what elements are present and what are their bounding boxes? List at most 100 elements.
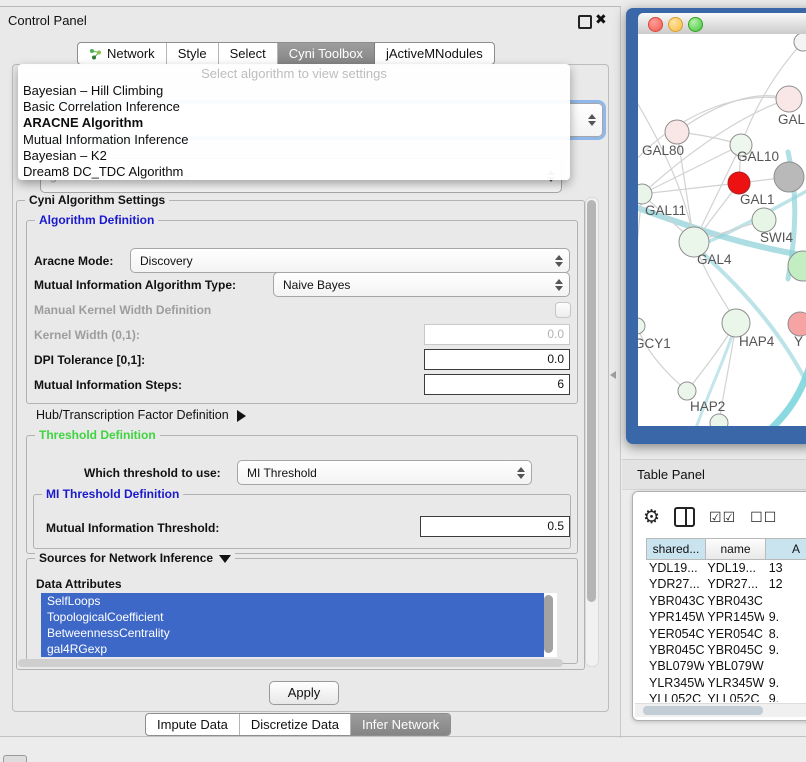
network-node-item[interactable]: [794, 34, 806, 51]
algorithm-option-mutual-information-inference[interactable]: Mutual Information Inference: [18, 132, 570, 148]
network-window-titlebar[interactable]: [638, 13, 806, 35]
network-node-label: Y: [794, 334, 803, 349]
attribute-item-betweennesscentrality[interactable]: BetweennessCentrality: [41, 625, 544, 641]
algorithm-dropdown-list: Bayesian – Hill ClimbingBasic Correlatio…: [18, 83, 570, 180]
sources-legend[interactable]: Sources for Network Inference: [35, 551, 235, 565]
mi-algorithm-type-combobox[interactable]: Naive Bayes: [273, 272, 570, 297]
attribute-item-selfloops[interactable]: SelfLoops: [41, 593, 544, 609]
kernel-width-field[interactable]: 0.0: [424, 324, 570, 345]
network-node-gal1[interactable]: [728, 172, 750, 194]
network-node-gal80[interactable]: [665, 120, 689, 144]
tab-style[interactable]: Style: [167, 43, 219, 64]
gear-icon[interactable]: ⚙: [643, 508, 660, 527]
algorithm-dropdown-placeholder: Select algorithm to view settings: [18, 66, 570, 83]
minimize-yellow-icon[interactable]: [668, 17, 683, 32]
mi-threshold-field[interactable]: 0.5: [420, 516, 570, 537]
combo-arrows-icon: [588, 114, 596, 126]
network-node-gcy1[interactable]: [638, 318, 645, 334]
algorithm-dropdown-popup: Select algorithm to view settings Bayesi…: [18, 64, 570, 180]
algorithm-option-bayesian-k2[interactable]: Bayesian – K2: [18, 148, 570, 164]
network-node-y[interactable]: [788, 312, 806, 336]
close-icon[interactable]: ✖: [595, 11, 607, 28]
network-node-label: GAL1: [740, 192, 775, 207]
algorithm-option-aracne-algorithm[interactable]: ARACNE Algorithm: [18, 115, 570, 131]
panel-splitter-handle[interactable]: [610, 371, 616, 379]
network-node-gal[interactable]: [776, 86, 802, 112]
network-edge: [694, 145, 741, 242]
zoom-green-icon[interactable]: [688, 17, 703, 32]
table-panel-header: Table Panel: [622, 459, 806, 490]
close-red-icon[interactable]: [648, 17, 663, 32]
tab-jactivemnodules[interactable]: jActiveMNodules: [375, 43, 494, 64]
network-node-hap4[interactable]: [722, 309, 750, 337]
algorithm-option-dream8-dc-tdc-algorithm[interactable]: Dream8 DC_TDC Algorithm: [18, 164, 570, 180]
table-row[interactable]: YLL052CYLL052C9.: [646, 691, 806, 702]
column-header-shared[interactable]: shared...: [646, 538, 706, 560]
dpi-tolerance-label: DPI Tolerance [0,1]:: [34, 353, 145, 367]
algorithm-option-bayesian-hill-climbing[interactable]: Bayesian – Hill Climbing: [18, 83, 570, 99]
select-all-checkboxes-icon[interactable]: ☑☑: [709, 509, 736, 526]
bottom-tab-infer-network[interactable]: Infer Network: [351, 714, 450, 735]
attribute-item-gal4rgexp[interactable]: gal4RGexp: [41, 641, 544, 657]
network-node-label: GAL10: [737, 149, 779, 164]
bottom-divider: [0, 736, 806, 737]
screen: Control Panel ✖ NetworkStyleSelectCyni T…: [0, 0, 806, 762]
bottom-tab-impute-data[interactable]: Impute Data: [146, 714, 240, 735]
table-horizontal-scrollbar[interactable]: [635, 703, 806, 717]
network-canvas[interactable]: GALGAL80GAL10GAL1GAL11SWI4GAL4GCY1HAP4YH…: [638, 34, 806, 426]
float-icon[interactable]: [578, 15, 592, 29]
table-panel-title: Table Panel: [637, 467, 705, 482]
table-row[interactable]: YER054CYER054C8.: [646, 626, 806, 642]
bottom-tab-discretize-data[interactable]: Discretize Data: [240, 714, 351, 735]
threshold-definition-legend: Threshold Definition: [35, 428, 160, 442]
mi-steps-label: Mutual Information Steps:: [34, 378, 182, 392]
apply-button[interactable]: Apply: [269, 681, 339, 705]
attribute-item-topologicalcoefficient[interactable]: TopologicalCoefficient: [41, 609, 544, 625]
network-node-swi4[interactable]: [752, 208, 776, 232]
manual-kernel-width-label: Manual Kernel Width Definition: [34, 303, 211, 317]
control-panel-title: Control Panel: [8, 13, 87, 28]
table-row[interactable]: YLR345WYLR345W9.: [646, 675, 806, 691]
network-node-label: SWI4: [760, 230, 793, 245]
minimized-panel-button[interactable]: [3, 755, 27, 762]
network-node-item[interactable]: [774, 162, 804, 192]
settings-horizontal-scrollbar[interactable]: [18, 659, 563, 667]
algorithm-option-basic-correlation-inference[interactable]: Basic Correlation Inference: [18, 99, 570, 115]
aracne-mode-label: Aracne Mode:: [34, 254, 113, 268]
combo-arrows-icon: [555, 255, 563, 267]
combo-arrows-icon: [517, 467, 525, 479]
table-row[interactable]: YPR145WYPR145W9.: [646, 609, 806, 625]
hub-definition-toggle[interactable]: Hub/Transcription Factor Definition: [36, 408, 246, 422]
manual-kernel-width-checkbox[interactable]: [555, 302, 571, 318]
table-row[interactable]: YBR045CYBR045C9.: [646, 642, 806, 658]
tab-cyni-toolbox[interactable]: Cyni Toolbox: [278, 43, 375, 64]
table-row[interactable]: YBR043CYBR043C: [646, 593, 806, 609]
data-attributes-list: SelfLoopsTopologicalCoefficientBetweenne…: [41, 593, 557, 657]
tab-network[interactable]: Network: [78, 43, 167, 64]
settings-vertical-scrollbar[interactable]: [585, 197, 599, 667]
column-header-a[interactable]: A: [766, 538, 806, 560]
network-node-item[interactable]: [710, 414, 728, 426]
cyni-algorithm-settings-legend: Cyni Algorithm Settings: [25, 193, 169, 207]
dpi-tolerance-field[interactable]: 0.0: [424, 349, 570, 370]
table-row[interactable]: YDR27...YDR27...12: [646, 576, 806, 592]
network-node-label: GCY1: [638, 336, 671, 351]
table-body: YDL19...YDL19...13YDR27...YDR27...12YBR0…: [646, 560, 806, 702]
network-node-label: GAL80: [642, 143, 684, 158]
kernel-width-label: Kernel Width (0,1):: [34, 328, 140, 342]
table-panel-window: ⚙ ☑☑ ☐☐ shared...nameA YDL19...YDL19...1…: [632, 491, 806, 721]
mi-steps-field[interactable]: 6: [424, 374, 570, 395]
data-attributes-label: Data Attributes: [36, 577, 122, 591]
columns-icon[interactable]: [674, 507, 695, 527]
tab-select[interactable]: Select: [219, 43, 278, 64]
network-node-hap2[interactable]: [678, 382, 696, 400]
deselect-all-checkboxes-icon[interactable]: ☐☐: [750, 509, 777, 526]
attributes-list-scrollbar[interactable]: [544, 595, 553, 653]
which-threshold-combobox[interactable]: MI Threshold: [237, 460, 532, 485]
network-icon: [89, 48, 102, 60]
aracne-mode-combobox[interactable]: Discovery: [130, 248, 570, 273]
column-header-name[interactable]: name: [706, 538, 766, 560]
table-row[interactable]: YBL079WYBL079W: [646, 658, 806, 674]
combo-arrows-icon: [555, 279, 563, 291]
table-row[interactable]: YDL19...YDL19...13: [646, 560, 806, 576]
